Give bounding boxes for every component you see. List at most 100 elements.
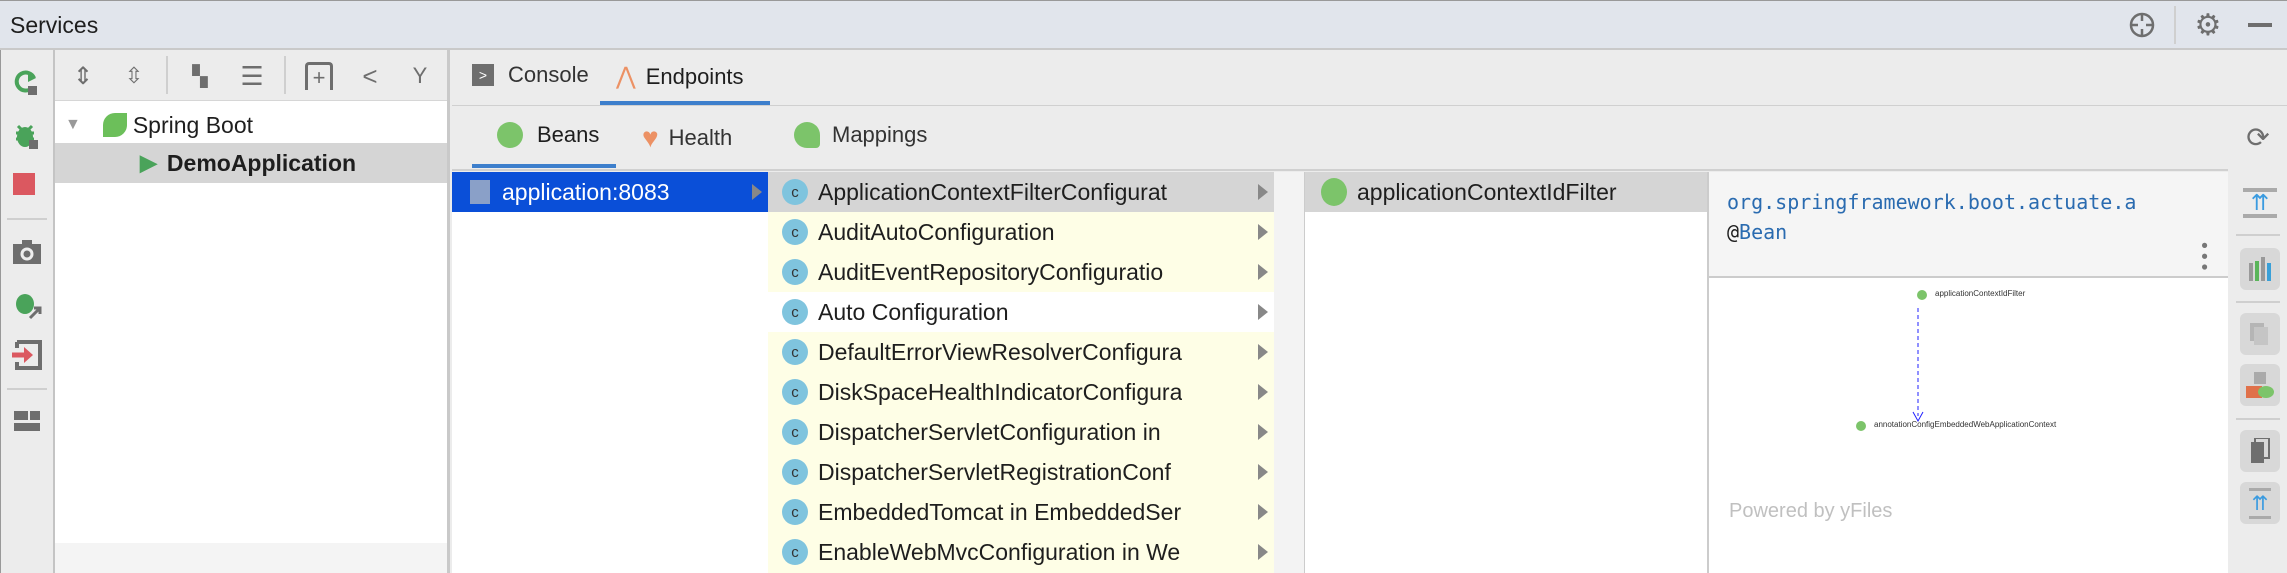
chevron-right-icon: [1258, 544, 1268, 560]
toolbar-divider: [2236, 418, 2280, 420]
stop-icon[interactable]: [13, 173, 35, 195]
mappings-icon: [794, 122, 820, 148]
header-divider: [2174, 6, 2176, 44]
configurations-column: c ApplicationContextFilterConfigurat c Audi…: [768, 172, 1274, 573]
spring-source-icon: [2246, 372, 2274, 398]
attach-debugger-icon[interactable]: [12, 290, 42, 320]
tree-node-demo-application[interactable]: ▶ DemoApplication: [55, 143, 447, 183]
list-item-label: application:8083: [502, 178, 670, 205]
tab-endpoints-label: Endpoints: [645, 63, 744, 89]
class-icon: c: [782, 219, 808, 245]
list-item[interactable]: c EnableWebMvcConfiguration in We: [768, 532, 1274, 572]
diagram-node[interactable]: annotationConfigEmbeddedWebApplicationCo…: [1874, 420, 2056, 429]
list-item[interactable]: c DispatcherServletConfiguration in: [768, 412, 1274, 452]
list-item[interactable]: c DispatcherServletRegistrationConf: [768, 452, 1274, 492]
list-item[interactable]: c EmbeddedTomcat in EmbeddedSer: [768, 492, 1274, 532]
health-icon: ♥: [642, 122, 659, 153]
chevron-right-icon: [1258, 504, 1268, 520]
subtab-mappings[interactable]: Mappings: [794, 122, 927, 148]
tree-toolbar: ⇕ ⇳ ▚ ☰ + < Y: [55, 50, 447, 101]
debug-icon[interactable]: [13, 122, 41, 150]
tree-node-spring-boot[interactable]: ▼ Spring Boot: [55, 105, 447, 145]
collapse-all-icon[interactable]: ⇳: [121, 62, 147, 90]
active-subtab-indicator: [472, 164, 616, 168]
fit-content-icon[interactable]: ⇈: [2243, 188, 2277, 218]
add-service-icon[interactable]: +: [305, 62, 333, 90]
list-item[interactable]: c DefaultErrorViewResolverConfigura: [768, 332, 1274, 372]
expand-all-icon[interactable]: ⇕: [70, 62, 96, 90]
chevron-right-icon: [1258, 184, 1268, 200]
bean-package: org.springframework.boot.actuate.a: [1727, 190, 2137, 214]
subtab-beans[interactable]: Beans: [497, 122, 599, 148]
bar-chart-icon: [2249, 257, 2271, 281]
list-item-label: ApplicationContextFilterConfigurat: [818, 178, 1168, 205]
tab-console[interactable]: > Console: [472, 62, 589, 88]
list-icon[interactable]: ☰: [239, 61, 265, 91]
layout-icon[interactable]: [14, 411, 40, 433]
filter-icon[interactable]: Y: [407, 62, 433, 90]
chevron-right-icon: [1258, 224, 1268, 240]
export-button[interactable]: [2240, 430, 2280, 472]
class-icon: c: [782, 259, 808, 285]
copy-icon: [2251, 438, 2270, 463]
list-item[interactable]: c Auto Configuration: [768, 292, 1274, 332]
list-item[interactable]: applicationContextIdFilter: [1305, 172, 1707, 212]
list-item-label: DispatcherServletRegistrationConf: [818, 458, 1171, 485]
spring-source-button[interactable]: [2240, 364, 2280, 406]
chart-view-button[interactable]: [2240, 248, 2280, 290]
subtab-health-label: Health: [668, 125, 733, 150]
documents-icon: [2250, 323, 2268, 345]
toolbar-divider: [2236, 301, 2280, 303]
tree-node-label: Spring Boot: [132, 111, 254, 138]
camera-icon[interactable]: [12, 238, 42, 266]
services-side-toolbar: [0, 50, 55, 573]
tab-endpoints[interactable]: ⋀ Endpoints: [616, 62, 744, 91]
chevron-right-icon: [1258, 464, 1268, 480]
column-gap: [1274, 172, 1304, 573]
group-by-icon[interactable]: ▚: [187, 62, 213, 90]
minimize-icon[interactable]: [2248, 23, 2272, 27]
tree-icon[interactable]: <: [357, 61, 383, 91]
services-tree-panel: ⇕ ⇳ ▚ ☰ + < Y ▼ Spring Boot ▶ DemoApplic…: [55, 50, 450, 573]
subtab-health[interactable]: ♥ Health: [642, 122, 732, 154]
list-item-label: EnableWebMvcConfiguration in We: [818, 538, 1181, 565]
refresh-endpoint-icon[interactable]: ⟳: [2244, 122, 2272, 153]
beans-column: applicationContextIdFilter: [1304, 172, 1707, 573]
divider: [452, 105, 2287, 106]
chevron-right-icon: [1258, 344, 1268, 360]
run-icon: ▶: [140, 150, 157, 175]
tab-console-label: Console: [508, 62, 589, 87]
list-item[interactable]: c AuditAutoConfiguration: [768, 212, 1274, 252]
copy-button[interactable]: [2240, 313, 2280, 355]
divider: [452, 169, 2228, 171]
align-top-icon: ⇈: [2248, 487, 2272, 519]
refresh-icon[interactable]: [13, 68, 41, 96]
list-item[interactable]: c AuditEventRepositoryConfiguratio: [768, 252, 1274, 292]
toolbar-divider: [284, 56, 286, 94]
list-item[interactable]: application:8083: [452, 172, 768, 212]
bean-icon: [497, 122, 523, 148]
layout-button[interactable]: ⇈: [2240, 482, 2280, 524]
crosshair-icon[interactable]: [2128, 11, 2156, 39]
diagram-node[interactable]: applicationContextIdFilter: [1935, 289, 2025, 298]
more-options-icon[interactable]: •••: [2193, 240, 2214, 273]
gear-icon[interactable]: ⚙: [2195, 9, 2222, 42]
subtab-beans-label: Beans: [537, 122, 600, 147]
chevron-right-icon: [1258, 424, 1268, 440]
expand-arrow-icon[interactable]: ▼: [65, 116, 81, 134]
tool-window-title: Services: [10, 12, 99, 38]
toolbar-divider: [7, 218, 47, 220]
toolbar-divider: [2236, 234, 2280, 236]
list-item-label: applicationContextIdFilter: [1357, 178, 1617, 205]
class-icon: c: [782, 539, 808, 565]
list-item-label: DiskSpaceHealthIndicatorConfigura: [818, 378, 1183, 405]
at-sign: @: [1727, 220, 1740, 244]
chevron-right-icon: [1258, 304, 1268, 320]
class-icon: c: [782, 499, 808, 525]
list-item-label: AuditEventRepositoryConfiguratio: [818, 258, 1164, 285]
list-item[interactable]: c DiskSpaceHealthIndicatorConfigura: [768, 372, 1274, 412]
class-icon: c: [782, 299, 808, 325]
list-item[interactable]: c ApplicationContextFilterConfigurat: [768, 172, 1274, 212]
subtab-mappings-label: Mappings: [832, 122, 928, 147]
login-icon[interactable]: [12, 340, 42, 370]
